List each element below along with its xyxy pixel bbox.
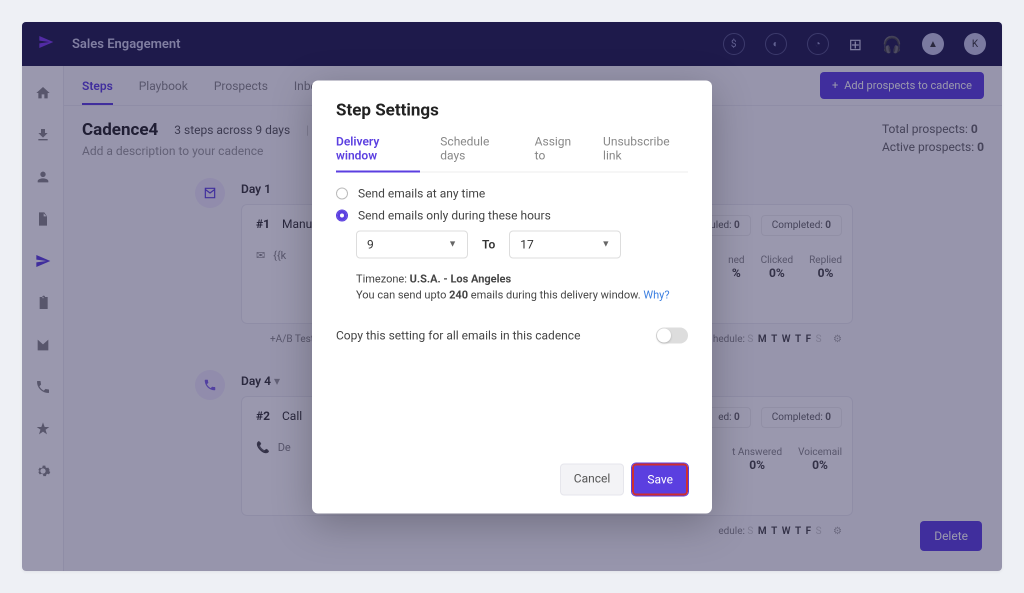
chevron-down-icon: ▼ [601,239,610,250]
tab-assign-to[interactable]: Assign to [535,134,583,171]
copy-setting-row: Copy this setting for all emails in this… [336,327,688,343]
modal-tabs: Delivery window Schedule days Assign to … [336,134,688,172]
save-button[interactable]: Save [632,463,688,495]
copy-toggle[interactable] [656,327,688,343]
cancel-button[interactable]: Cancel [560,463,625,495]
copy-label: Copy this setting for all emails in this… [336,328,580,342]
radio-anytime[interactable]: Send emails at any time [336,186,688,200]
why-link[interactable]: Why? [643,288,669,301]
to-select[interactable]: 17 ▼ [509,230,621,258]
app-frame: Sales Engagement $ ◐ ◔ ⊞ 🎧 ▲ K Steps Pla… [22,22,1002,571]
tab-schedule-days[interactable]: Schedule days [440,134,514,171]
radio-icon [336,187,348,199]
radio-hours[interactable]: Send emails only during these hours [336,208,688,222]
modal-title: Step Settings [336,100,688,120]
tab-unsubscribe[interactable]: Unsubscribe link [603,134,688,171]
chevron-down-icon: ▼ [448,239,457,250]
capacity-note: You can send upto 240 emails during this… [356,288,688,301]
to-label: To [482,237,495,251]
modal-actions: Cancel Save [336,463,688,495]
radio-icon [336,209,348,221]
radio-hours-label: Send emails only during these hours [358,208,551,222]
tab-delivery-window[interactable]: Delivery window [336,134,420,172]
step-settings-modal: Step Settings Delivery window Schedule d… [312,80,712,513]
timezone-text: Timezone: U.S.A. - Los Angeles [356,272,688,285]
radio-anytime-label: Send emails at any time [358,186,485,200]
to-value: 17 [520,237,534,251]
time-range: 9 ▼ To 17 ▼ [356,230,688,258]
from-value: 9 [367,237,374,251]
from-select[interactable]: 9 ▼ [356,230,468,258]
